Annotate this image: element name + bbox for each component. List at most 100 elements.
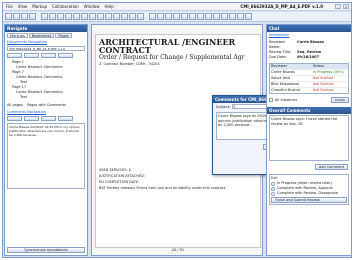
all-instances-checkbox[interactable] — [269, 98, 273, 102]
info-icon[interactable] — [245, 13, 252, 20]
app-window: File View Markup Collaboration Window He… — [2, 2, 352, 258]
minimize-icon[interactable]: _ — [335, 4, 341, 9]
finish-review-button[interactable]: Finish and Submit Review — [271, 197, 347, 203]
last-doc-button[interactable] — [58, 53, 73, 58]
tab-pages[interactable]: Pages — [55, 33, 72, 38]
doc-body-line: BAT Hereby releases Virinia from any and… — [99, 186, 227, 190]
zoom-out-icon[interactable] — [49, 13, 56, 20]
contract-value: C089 - 34204 — [135, 62, 160, 66]
reviewer-name-value: Carrie Biswas — [297, 40, 324, 44]
radio-pages-with-comments[interactable]: Pages with Comments — [27, 103, 66, 107]
reviewer-name-row: Reviewer Name: Carrie Biswas — [269, 40, 349, 50]
next-doc-button[interactable] — [41, 53, 56, 58]
users-icon[interactable] — [221, 13, 228, 20]
arrow-icon[interactable] — [129, 13, 136, 20]
due-date-value: 09/26/2007 — [297, 55, 320, 59]
table-row[interactable]: Chaudhri Bushra Not Started — [270, 87, 348, 93]
exit-option[interactable]: Complete with Review, Disapprove — [271, 191, 347, 196]
menu-view[interactable]: View — [18, 4, 28, 9]
reviewer-name: Chaudhri Bushra — [271, 88, 301, 92]
stamp-icon[interactable] — [137, 13, 144, 20]
window-title: CMI_8662932A_D_MP_A4_E.PDF v.1.0 — [240, 4, 323, 9]
reviewer-status: Not Started — [312, 76, 334, 80]
text-icon[interactable] — [197, 13, 204, 20]
attach-icon[interactable] — [205, 13, 212, 20]
reviewer-status: Not Started — [312, 88, 334, 92]
next-comment-button[interactable] — [41, 116, 56, 121]
table-row[interactable]: Ashok Jena Not Started — [270, 75, 348, 81]
overall-actions: Add Comment — [267, 162, 351, 172]
doc-title: ARCHITECTURAL /ENGINEER CONTRACT — [99, 37, 236, 55]
first-page-icon[interactable] — [149, 13, 156, 20]
highlight-icon[interactable] — [89, 13, 96, 20]
document-viewer: ARCHITECTURAL /ENGINEER CONTRACT Order /… — [91, 24, 320, 256]
search-icon[interactable] — [29, 13, 36, 20]
note-icon[interactable] — [81, 13, 88, 20]
open-icon[interactable] — [5, 13, 12, 20]
due-date-label: Due Date: — [269, 55, 287, 59]
fit-width-icon[interactable] — [189, 13, 196, 20]
settings-icon[interactable] — [229, 13, 236, 20]
synchronize-annotations-button[interactable]: Synchronize annotations — [7, 247, 85, 253]
next-page-icon[interactable] — [165, 13, 172, 20]
add-overall-comment-button[interactable]: Add Comment — [314, 164, 348, 170]
page-filter: All pages Pages with Comments — [5, 101, 87, 109]
all-instances-label: All Instances — [275, 98, 298, 102]
first-doc-button[interactable] — [7, 53, 22, 58]
reviewer-name: Bilal Khasawnes — [271, 82, 300, 86]
menu-markup[interactable]: Markup — [32, 4, 47, 9]
reviewer-table: Reviewer Status Carrie Biswas In Progres… — [269, 63, 349, 94]
prev-comment-button[interactable] — [24, 116, 39, 121]
tab-markups[interactable]: Markups — [7, 33, 28, 38]
select-icon[interactable] — [73, 13, 80, 20]
zoom-in-icon[interactable] — [41, 13, 48, 20]
radio-icon — [271, 186, 275, 191]
save-icon[interactable] — [13, 13, 20, 20]
radio-icon — [271, 181, 275, 186]
close-icon[interactable]: x — [343, 4, 349, 9]
page-navigation[interactable]: 20 / 51 — [95, 247, 261, 253]
print-icon[interactable] — [21, 13, 28, 20]
menu: File View Markup Collaboration Window He… — [3, 4, 114, 9]
rotate-icon[interactable] — [57, 13, 64, 20]
lock-icon[interactable] — [213, 13, 220, 20]
last-comment-button[interactable] — [58, 116, 73, 121]
due-date-row: Due Date: 09/26/2007 — [269, 55, 349, 60]
reviewer-status: In Progress (49%) — [312, 70, 344, 74]
document-select[interactable]: CMI_86629324_D_MP_A4_E.PDF v.1.0 — [7, 46, 85, 51]
pencil-icon[interactable] — [97, 13, 104, 20]
hand-icon[interactable] — [65, 13, 72, 20]
menu-collaboration[interactable]: Collaboration — [52, 4, 79, 9]
prev-doc-button[interactable] — [24, 53, 39, 58]
review-info: Reviewer Name: Carrie Biswas Review Titl… — [267, 38, 351, 62]
menu-file[interactable]: File — [6, 4, 13, 9]
navigate-tabs: Markups Bookmarks Pages — [5, 32, 87, 39]
header-reviewer: Reviewer — [271, 64, 288, 68]
table-row[interactable]: Bilal Khasawnes Not Started — [270, 81, 348, 87]
help-icon[interactable] — [237, 13, 244, 20]
fit-page-icon[interactable] — [181, 13, 188, 20]
menu-help[interactable]: Help — [104, 4, 113, 9]
documents-navigation-link[interactable]: Documents Navigation — [5, 39, 87, 45]
window-controls: _ x — [335, 4, 349, 9]
reviewer-name-label: Reviewer Name: — [269, 40, 286, 49]
invite-button[interactable]: Invite — [331, 97, 349, 103]
chat-panel: Chat Information Reviewer Name: Carrie B… — [266, 24, 352, 256]
ellipse-icon[interactable] — [113, 13, 120, 20]
tab-bookmarks[interactable]: Bookmarks — [28, 33, 55, 38]
overall-comments-text: Carrie Biswas says: I have started the r… — [269, 115, 349, 161]
exit-option-label: Complete with Review, Disapprove — [277, 191, 339, 195]
radio-all-pages[interactable]: All pages — [7, 103, 23, 107]
prev-page-icon[interactable] — [157, 13, 164, 20]
line-icon[interactable] — [121, 13, 128, 20]
first-comment-button[interactable] — [7, 116, 22, 121]
contract-label: 2. Contract Number: — [99, 62, 135, 66]
last-page-icon[interactable] — [173, 13, 180, 20]
table-row[interactable]: Carrie Biswas In Progress (49%) — [270, 69, 348, 75]
menu-window[interactable]: Window — [84, 4, 100, 9]
navigate-title: Navigate — [5, 25, 87, 32]
toolbar — [3, 12, 351, 22]
tree-node-text[interactable]: Text — [8, 95, 84, 100]
rectangle-icon[interactable] — [105, 13, 112, 20]
subject-label: Subject: — [216, 104, 231, 109]
